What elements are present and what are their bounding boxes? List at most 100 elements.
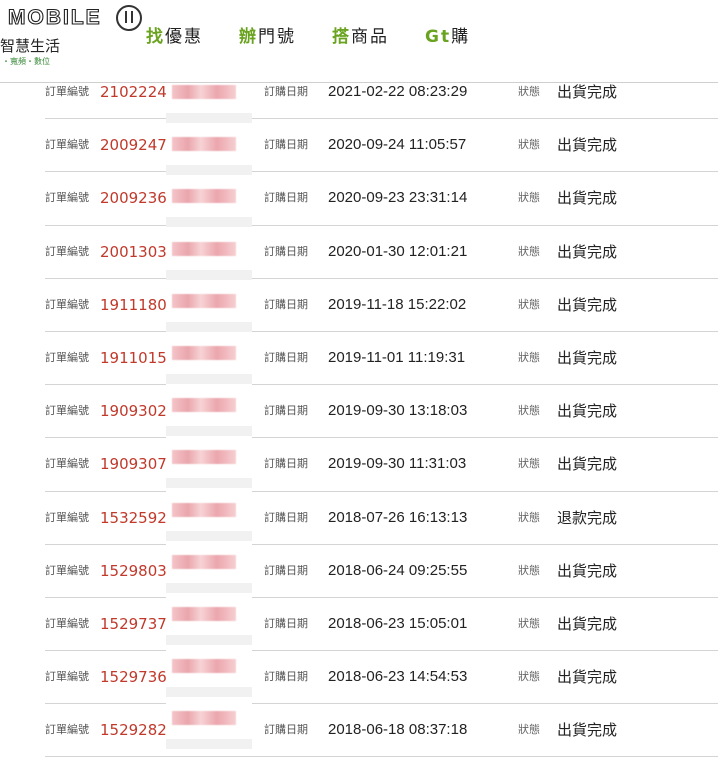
order-no-label: 訂單編號	[45, 191, 89, 205]
redaction-divider	[166, 530, 252, 541]
order-row[interactable]: 訂單編號 1529803 訂購日期 2018-06-24 09:25:55 狀態 出貨完成	[45, 545, 718, 598]
order-no-label: 訂單編號	[45, 510, 89, 524]
order-no-label: 訂單編號	[45, 297, 89, 311]
brand-logo[interactable]: MOBILE 智慧生活 ・寬頻・數位	[0, 0, 145, 80]
status-label: 狀態	[518, 457, 540, 471]
order-row[interactable]: 訂單編號 1529282 訂購日期 2018-06-18 08:37:18 狀態 出貨完成	[45, 704, 718, 757]
order-number[interactable]: 1532592	[100, 492, 167, 544]
order-status: 出貨完成	[557, 348, 618, 367]
order-date: 2019-11-18 15:22:02	[328, 295, 467, 313]
order-date-label: 訂購日期	[264, 191, 308, 205]
order-number[interactable]: 1911015	[100, 332, 167, 384]
order-date: 2020-01-30 12:01:21	[328, 242, 468, 260]
order-date: 2019-11-01 11:19:31	[328, 348, 466, 366]
order-row[interactable]: 訂單編號 2001303 訂購日期 2020-01-30 12:01:21 狀態 出貨完成	[45, 226, 718, 279]
order-status: 出貨完成	[557, 242, 618, 261]
order-number[interactable]: 2001303	[100, 226, 167, 278]
logo-tagline: ・寬頻・數位	[2, 57, 50, 66]
order-no-label: 訂單編號	[45, 244, 89, 258]
status-label: 狀態	[518, 563, 540, 577]
order-no-label: 訂單編號	[45, 457, 89, 471]
order-row[interactable]: 訂單編號 2009236 訂購日期 2020-09-23 23:31:14 狀態 出貨完成	[45, 172, 718, 226]
redacted-order-digits	[172, 241, 236, 256]
order-no-label: 訂單編號	[45, 670, 89, 684]
order-date-label: 訂購日期	[264, 670, 308, 684]
order-number[interactable]: 1909307	[100, 438, 167, 490]
order-number[interactable]: 1529736	[100, 651, 167, 703]
order-status: 出貨完成	[557, 455, 618, 474]
order-date-label: 訂購日期	[264, 457, 308, 471]
redaction-divider	[166, 321, 252, 332]
order-date: 2018-06-24 09:25:55	[328, 561, 468, 579]
order-date: 2019-09-30 13:18:03	[328, 402, 468, 420]
order-status: 退款完成	[557, 508, 618, 527]
order-date-label: 訂購日期	[264, 350, 308, 364]
order-row[interactable]: 訂單編號 1529737 訂購日期 2018-06-23 15:05:01 狀態 出貨完成	[45, 598, 718, 652]
order-status: 出貨完成	[557, 136, 618, 155]
order-row[interactable]: 訂單編號 2009247 訂購日期 2020-09-24 11:05:57 狀態 出貨完成	[45, 119, 718, 173]
status-label: 狀態	[518, 616, 540, 630]
order-row[interactable]: 訂單編號 1529736 訂購日期 2018-06-23 14:54:53 狀態 出貨完成	[45, 651, 718, 705]
main-nav: 找優惠 辦門號 搭商品 Gt購	[146, 22, 506, 48]
status-label: 狀態	[518, 350, 540, 364]
order-date-label: 訂購日期	[264, 563, 308, 577]
order-row[interactable]: 訂單編號 1909307 訂購日期 2019-09-30 11:31:03 狀態 出貨完成	[45, 438, 718, 492]
order-date-label: 訂購日期	[264, 404, 308, 418]
order-date-label: 訂購日期	[264, 616, 308, 630]
order-number[interactable]: 1911180	[100, 279, 167, 331]
order-number[interactable]: 2009247	[100, 119, 167, 171]
order-status: 出貨完成	[557, 721, 618, 740]
redacted-order-digits	[172, 502, 236, 517]
order-row[interactable]: 訂單編號 1909302 訂購日期 2019-09-30 13:18:03 狀態 出貨完成	[45, 385, 718, 439]
redaction-divider	[166, 426, 252, 437]
redacted-order-digits	[172, 85, 236, 99]
order-row[interactable]: 訂單編號 1532592 訂購日期 2018-07-26 16:13:13 狀態 退款完成	[45, 492, 718, 545]
redaction-divider	[166, 165, 252, 176]
redaction-divider	[166, 113, 252, 123]
redaction-divider	[166, 269, 252, 280]
order-date: 2018-06-18 08:37:18	[328, 721, 468, 739]
nav-apply-number[interactable]: 辦門號	[239, 22, 296, 48]
redaction-divider	[166, 635, 252, 645]
order-number[interactable]: 1529737	[100, 598, 167, 650]
redaction-divider	[166, 582, 252, 593]
order-date-label: 訂購日期	[264, 297, 308, 311]
order-row[interactable]: 訂單編號 1911180 訂購日期 2019-11-18 15:22:02 狀態 出貨完成	[45, 279, 718, 332]
order-no-label: 訂單編號	[45, 616, 89, 630]
order-number[interactable]: 1529803	[100, 545, 167, 597]
order-status: 出貨完成	[557, 668, 618, 687]
redaction-divider	[166, 478, 252, 489]
order-list: 訂單編號 2102224 訂購日期 2021-02-22 08:23:29 狀態 出貨完成…	[0, 66, 718, 757]
order-date: 2018-06-23 14:54:53	[328, 668, 468, 686]
order-no-label: 訂單編號	[45, 404, 89, 418]
site-header: MOBILE 智慧生活 ・寬頻・數位 找優惠 辦門號 搭商品 Gt購	[0, 0, 718, 83]
redacted-order-digits	[172, 450, 236, 465]
order-status: 出貨完成	[557, 561, 618, 580]
order-status: 出貨完成	[557, 402, 618, 421]
status-label: 狀態	[518, 191, 540, 205]
order-number[interactable]: 2009236	[100, 172, 167, 224]
logo-icon	[116, 5, 142, 31]
order-no-label: 訂單編號	[45, 138, 89, 152]
status-label: 狀態	[518, 510, 540, 524]
logo-subtitle: 智慧生活	[0, 37, 61, 55]
redacted-order-digits	[172, 711, 236, 726]
nav-products[interactable]: 搭商品	[332, 22, 389, 48]
order-number[interactable]: 1529282	[100, 704, 167, 756]
redaction-divider	[166, 217, 252, 228]
order-row[interactable]: 訂單編號 1911015 訂購日期 2019-11-01 11:19:31 狀態 出貨完成	[45, 332, 718, 386]
logo-wordmark: MOBILE	[7, 5, 102, 29]
order-number[interactable]: 1909302	[100, 385, 167, 437]
order-status: 出貨完成	[557, 614, 618, 633]
status-label: 狀態	[518, 670, 540, 684]
redacted-order-digits	[172, 346, 236, 360]
redacted-order-digits	[172, 554, 236, 569]
redacted-order-digits	[172, 607, 236, 621]
order-date-label: 訂購日期	[264, 244, 308, 258]
nav-gt-shop[interactable]: Gt購	[425, 22, 470, 48]
status-label: 狀態	[518, 723, 540, 737]
redacted-order-digits	[172, 189, 236, 204]
redaction-overlay	[166, 66, 252, 750]
order-status: 出貨完成	[557, 295, 618, 314]
nav-deals[interactable]: 找優惠	[146, 22, 203, 48]
